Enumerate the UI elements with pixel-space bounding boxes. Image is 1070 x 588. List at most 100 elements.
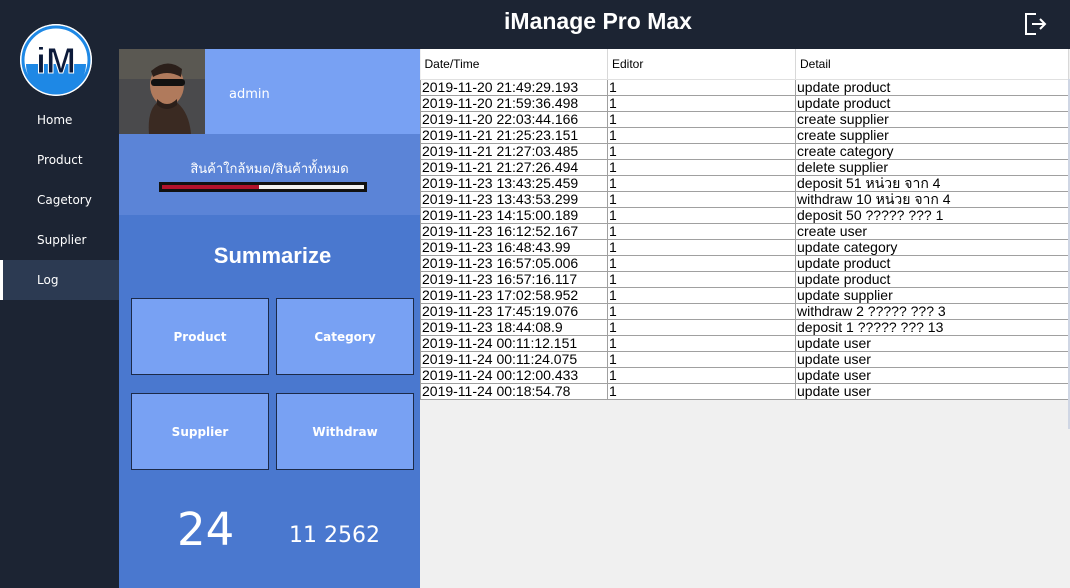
sidebar-item-log[interactable]: Log — [0, 260, 119, 300]
cell-detail: update user — [795, 366, 1069, 384]
cell-detail: update user — [795, 382, 1069, 400]
cell-editor: 1 — [607, 302, 796, 320]
table-row[interactable]: 2019-11-21 21:25:23.151 1 create supplier — [420, 126, 1069, 144]
column-header-datetime[interactable]: Date/Time — [420, 49, 608, 80]
tile-label: Withdraw — [312, 424, 378, 439]
table-row[interactable]: 2019-11-23 13:43:25.459 1 deposit 51 หน่วย… — [420, 174, 1069, 192]
cell-datetime: 2019-11-23 13:43:25.459 — [420, 174, 608, 192]
app-title: iManage Pro Max — [504, 8, 692, 34]
table-row[interactable]: 2019-11-24 00:11:12.151 1 update user — [420, 334, 1069, 352]
cell-datetime: 2019-11-20 21:49:29.193 — [420, 78, 608, 96]
cell-detail: deposit 50 ????? ??? 1 — [795, 206, 1069, 224]
sidebar-item-product[interactable]: Product — [0, 140, 119, 180]
cell-detail: update product — [795, 254, 1069, 272]
column-header-editor[interactable]: Editor — [607, 49, 796, 80]
cell-detail: delete supplier — [795, 158, 1069, 176]
table-row[interactable]: 2019-11-24 00:11:24.075 1 update user — [420, 350, 1069, 368]
cell-detail: update user — [795, 334, 1069, 352]
cell-datetime: 2019-11-21 21:27:26.494 — [420, 158, 608, 176]
table-row[interactable]: 2019-11-21 21:27:03.485 1 create category — [420, 142, 1069, 160]
cell-detail: create supplier — [795, 126, 1069, 144]
cell-editor: 1 — [607, 126, 796, 144]
cell-datetime: 2019-11-23 18:44:08.9 — [420, 318, 608, 336]
product-summary-tile[interactable]: Product — [131, 298, 269, 375]
log-table-body: 2019-11-20 21:49:29.193 1 update product 20… — [420, 78, 1069, 400]
table-row[interactable]: 2019-11-23 18:44:08.9 1 deposit 1 ????? ??… — [420, 318, 1069, 336]
table-row[interactable]: 2019-11-20 21:59:36.498 1 update product — [420, 94, 1069, 112]
cell-datetime: 2019-11-23 17:02:58.952 — [420, 286, 608, 304]
tile-label: Category — [314, 329, 376, 344]
cell-datetime: 2019-11-23 13:43:53.299 — [420, 190, 608, 208]
cell-detail: update user — [795, 350, 1069, 368]
cell-datetime: 2019-11-23 16:57:05.006 — [420, 254, 608, 272]
table-row[interactable]: 2019-11-23 14:15:00.189 1 deposit 50 ?????… — [420, 206, 1069, 224]
table-row[interactable]: 2019-11-23 13:43:53.299 1 withdraw 10 หน่ว… — [420, 190, 1069, 208]
tile-label: Product — [173, 329, 227, 344]
sidebar-item-category[interactable]: Cagetory — [0, 180, 119, 220]
table-row[interactable]: 2019-11-21 21:27:26.494 1 delete supplier — [420, 158, 1069, 176]
log-table-header: Date/Time Editor Detail — [420, 49, 1069, 80]
table-row[interactable]: 2019-11-23 16:12:52.167 1 create user — [420, 222, 1069, 240]
sidebar-item-label: Product — [37, 153, 83, 167]
table-row[interactable]: 2019-11-23 16:57:05.006 1 update product — [420, 254, 1069, 272]
logout-button[interactable] — [1022, 11, 1048, 37]
cell-datetime: 2019-11-20 22:03:44.166 — [420, 110, 608, 128]
cell-datetime: 2019-11-21 21:27:03.485 — [420, 142, 608, 160]
cell-detail: update product — [795, 94, 1069, 112]
table-row[interactable]: 2019-11-24 00:18:54.78 1 update user — [420, 382, 1069, 400]
profile-panel: admin — [119, 49, 420, 134]
cell-detail: withdraw 2 ????? ??? 3 — [795, 302, 1069, 320]
avatar — [119, 49, 205, 134]
table-row[interactable]: 2019-11-23 16:48:43.99 1 update category — [420, 238, 1069, 256]
summary-panel: Summarize Product Category Supplier With… — [119, 215, 420, 588]
cell-datetime: 2019-11-23 16:48:43.99 — [420, 238, 608, 256]
sidebar-item-home[interactable]: Home — [0, 100, 119, 140]
cell-datetime: 2019-11-20 21:59:36.498 — [420, 94, 608, 112]
cell-editor: 1 — [607, 238, 796, 256]
tile-label: Supplier — [171, 424, 229, 439]
cell-editor: 1 — [607, 158, 796, 176]
stock-progress-bar — [159, 182, 367, 192]
cell-editor: 1 — [607, 270, 796, 288]
table-row[interactable]: 2019-11-23 17:02:58.952 1 update supplier — [420, 286, 1069, 304]
table-row[interactable]: 2019-11-20 21:49:29.193 1 update product — [420, 78, 1069, 96]
cell-editor: 1 — [607, 254, 796, 272]
cell-editor: 1 — [607, 350, 796, 368]
cell-editor: 1 — [607, 190, 796, 208]
table-row[interactable]: 2019-11-23 16:57:16.117 1 update product — [420, 270, 1069, 288]
cell-detail: update product — [795, 270, 1069, 288]
cell-detail: deposit 51 หน่วย จาก 4 — [795, 174, 1069, 192]
cell-datetime: 2019-11-23 16:12:52.167 — [420, 222, 608, 240]
supplier-summary-tile[interactable]: Supplier — [131, 393, 269, 470]
sidebar-item-supplier[interactable]: Supplier — [0, 220, 119, 260]
cell-editor: 1 — [607, 206, 796, 224]
title-bar: iManage Pro Max — [0, 0, 1070, 49]
cell-editor: 1 — [607, 286, 796, 304]
cell-detail: create supplier — [795, 110, 1069, 128]
stock-ratio-panel: สินค้าใกล้หมด/สินค้าทั้งหมด — [119, 134, 420, 215]
sidebar: iM Home Product Cagetory Supplier Log — [0, 0, 119, 588]
summary-title: Summarize — [213, 243, 332, 268]
cell-datetime: 2019-11-21 21:25:23.151 — [420, 126, 608, 144]
cell-detail: update supplier — [795, 286, 1069, 304]
withdraw-summary-tile[interactable]: Withdraw — [276, 393, 414, 470]
cell-editor: 1 — [607, 318, 796, 336]
username: admin — [229, 87, 270, 102]
user-photo — [119, 49, 205, 134]
table-row[interactable]: 2019-11-24 00:12:00.433 1 update user — [420, 366, 1069, 384]
cell-detail: update product — [795, 78, 1069, 96]
cell-datetime: 2019-11-24 00:12:00.433 — [420, 366, 608, 384]
sidebar-item-label: Log — [37, 273, 59, 287]
category-summary-tile[interactable]: Category — [276, 298, 414, 375]
cell-detail: withdraw 10 หน่วย จาก 4 — [795, 190, 1069, 208]
logout-icon — [1025, 13, 1047, 35]
cell-editor: 1 — [607, 334, 796, 352]
cell-editor: 1 — [607, 94, 796, 112]
table-row[interactable]: 2019-11-23 17:45:19.076 1 withdraw 2 ?????… — [420, 302, 1069, 320]
cell-datetime: 2019-11-23 14:15:00.189 — [420, 206, 608, 224]
date-month-year: 11 2562 — [289, 523, 380, 548]
cell-detail: create user — [795, 222, 1069, 240]
column-header-detail[interactable]: Detail — [795, 49, 1069, 80]
table-row[interactable]: 2019-11-20 22:03:44.166 1 create supplier — [420, 110, 1069, 128]
cell-datetime: 2019-11-24 00:18:54.78 — [420, 382, 608, 400]
